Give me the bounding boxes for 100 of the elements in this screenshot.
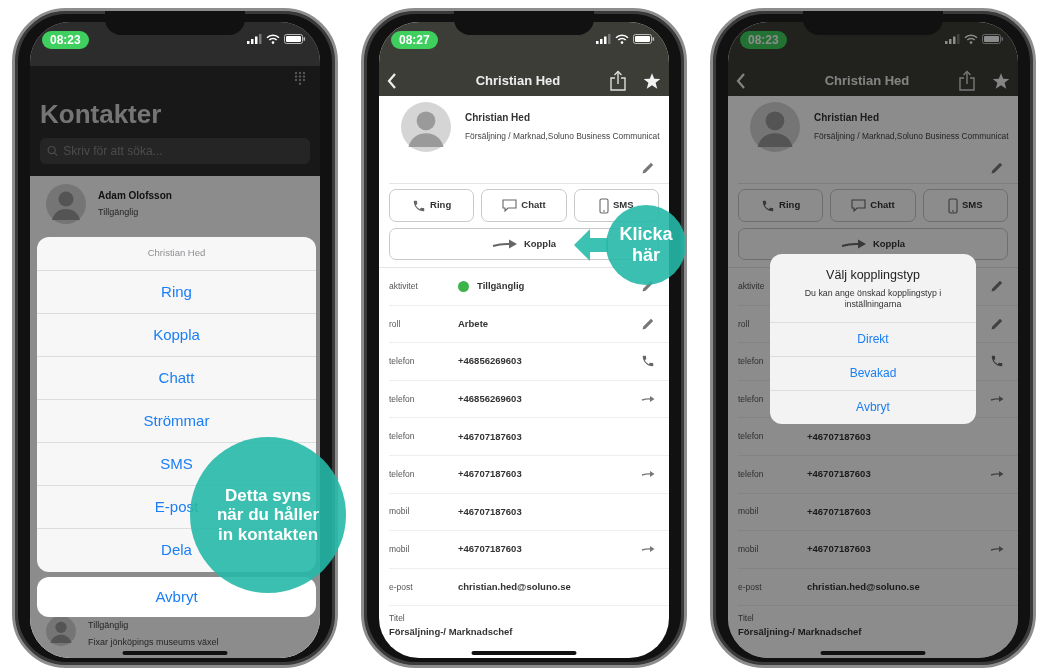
page-title: Christian Hed bbox=[474, 72, 562, 91]
field-value: christian.hed@soluno.se bbox=[458, 579, 571, 594]
chat-button[interactable]: Chatt bbox=[481, 189, 567, 222]
field-label: e-post bbox=[738, 580, 763, 594]
field-label: telefon bbox=[738, 355, 765, 368]
battery-icon bbox=[982, 34, 1004, 44]
battery-icon bbox=[633, 34, 655, 44]
pencil-icon[interactable] bbox=[990, 161, 1004, 175]
dialog-option[interactable]: Avbryt bbox=[770, 389, 976, 424]
keypad-icon[interactable] bbox=[294, 70, 306, 86]
arrow-icon[interactable] bbox=[641, 545, 655, 554]
sheet-option[interactable]: Koppla bbox=[37, 314, 316, 357]
field-label: telefon bbox=[389, 467, 416, 481]
field-label: mobil bbox=[738, 543, 760, 556]
time-indicator: 08:27 bbox=[391, 31, 438, 49]
field-label: telefon bbox=[389, 392, 416, 406]
field-label: telefon bbox=[738, 467, 765, 481]
arrow-icon[interactable] bbox=[641, 395, 655, 404]
field-label: aktivite bbox=[738, 279, 766, 293]
field-value: Försäljning-/ Marknadschef bbox=[389, 625, 514, 640]
back-icon[interactable] bbox=[387, 73, 397, 89]
search-icon bbox=[47, 145, 59, 157]
chat-button[interactable]: Chatt bbox=[830, 189, 916, 222]
field-label: roll bbox=[738, 317, 751, 331]
sheet-option[interactable]: Ring bbox=[37, 271, 316, 314]
field-label: roll bbox=[389, 317, 402, 331]
dialog-option[interactable]: Direkt bbox=[770, 321, 976, 356]
wifi-icon bbox=[964, 34, 978, 44]
phone-button[interactable]: Ring bbox=[738, 189, 824, 222]
avatar-silhouette bbox=[46, 184, 86, 224]
field-value: christian.hed@soluno.se bbox=[807, 579, 920, 594]
star-icon[interactable] bbox=[992, 72, 1010, 90]
back-icon[interactable] bbox=[736, 73, 746, 89]
field-value: +46707187603 bbox=[458, 467, 522, 482]
phone-icon[interactable] bbox=[641, 354, 655, 369]
share-icon[interactable] bbox=[609, 70, 627, 92]
dialog-message: Du kan ange önskad kopplingstyp i inställningarna bbox=[803, 286, 943, 311]
pencil-icon[interactable] bbox=[990, 316, 1004, 331]
star-icon[interactable] bbox=[643, 72, 661, 90]
wifi-icon bbox=[615, 34, 629, 44]
mobile-phone-icon bbox=[948, 197, 959, 214]
arrow-icon bbox=[840, 238, 867, 250]
field-label: telefon bbox=[738, 430, 765, 444]
mobile-phone-icon bbox=[599, 197, 610, 214]
chat-icon bbox=[851, 199, 867, 212]
pencil-icon[interactable] bbox=[641, 161, 655, 175]
arrow-icon[interactable] bbox=[990, 470, 1004, 479]
field-value: Arbete bbox=[458, 316, 489, 331]
field-label: mobil bbox=[389, 543, 411, 556]
dialog-title: Välj kopplingstyp bbox=[825, 267, 921, 284]
field-label: telefon bbox=[389, 430, 416, 444]
page-title: Kontakter bbox=[39, 98, 163, 130]
field-value: +46856269603 bbox=[458, 391, 522, 406]
contact-name: Christian Hed bbox=[465, 111, 531, 125]
arrow-icon[interactable] bbox=[990, 395, 1004, 404]
field-value: Försäljning-/ Marknadschef bbox=[738, 625, 863, 640]
field-label: Titel bbox=[738, 612, 755, 626]
sheet-option[interactable]: Chatt bbox=[37, 357, 316, 400]
contact-department: Försäljning / Marknad,Soluno Business Communicat bbox=[814, 130, 1009, 143]
contact-name: Adam Olofsson bbox=[98, 189, 172, 203]
contact-status: Tillgänglig bbox=[88, 619, 130, 632]
field-value: +46856269603 bbox=[458, 354, 522, 369]
field-label: mobil bbox=[738, 505, 760, 519]
sheet-title: Christian Hed bbox=[37, 237, 316, 271]
field-value: +46707187603 bbox=[807, 429, 871, 444]
field-value: +46707187603 bbox=[458, 429, 522, 444]
field-value: +46707187603 bbox=[807, 542, 871, 557]
field-label: telefon bbox=[738, 392, 765, 406]
page-title: Christian Hed bbox=[823, 72, 911, 91]
mobile-phone-button[interactable]: SMS bbox=[922, 189, 1008, 222]
pencil-icon[interactable] bbox=[641, 316, 655, 331]
field-value: +46707187603 bbox=[807, 504, 871, 519]
arrow-icon[interactable] bbox=[990, 545, 1004, 554]
arrow-icon[interactable] bbox=[641, 470, 655, 479]
contact-note: Fixar jönköpings museums växel bbox=[88, 635, 219, 649]
signal-icon bbox=[596, 34, 611, 44]
phone-icon[interactable] bbox=[990, 354, 1004, 369]
contact-department: Försäljning / Marknad,Soluno Business Communicat bbox=[465, 130, 660, 143]
field-label: aktivitet bbox=[389, 279, 419, 293]
dialog-option[interactable]: Bevakad bbox=[770, 355, 976, 390]
avatar-silhouette bbox=[750, 102, 800, 152]
field-value: +46707187603 bbox=[458, 504, 522, 519]
field-label: Titel bbox=[389, 612, 406, 626]
cancel-button[interactable]: Avbryt bbox=[37, 577, 316, 617]
phone-icon bbox=[761, 198, 776, 213]
time-indicator: 08:23 bbox=[42, 31, 89, 49]
arrow-callout-tooltip bbox=[574, 228, 608, 262]
pencil-icon[interactable] bbox=[990, 279, 1004, 294]
signal-icon bbox=[945, 34, 960, 44]
signal-icon bbox=[247, 34, 262, 44]
avatar-silhouette bbox=[401, 102, 451, 152]
arrow-icon bbox=[491, 238, 518, 250]
contact-status: Tillgänglig bbox=[98, 206, 140, 219]
field-value: +46707187603 bbox=[458, 542, 522, 557]
phone-button[interactable]: Ring bbox=[389, 189, 475, 222]
battery-icon bbox=[284, 34, 306, 44]
share-icon[interactable] bbox=[958, 70, 976, 92]
field-value: +46707187603 bbox=[807, 467, 871, 482]
chat-icon bbox=[502, 199, 518, 212]
field-label: telefon bbox=[389, 355, 416, 368]
